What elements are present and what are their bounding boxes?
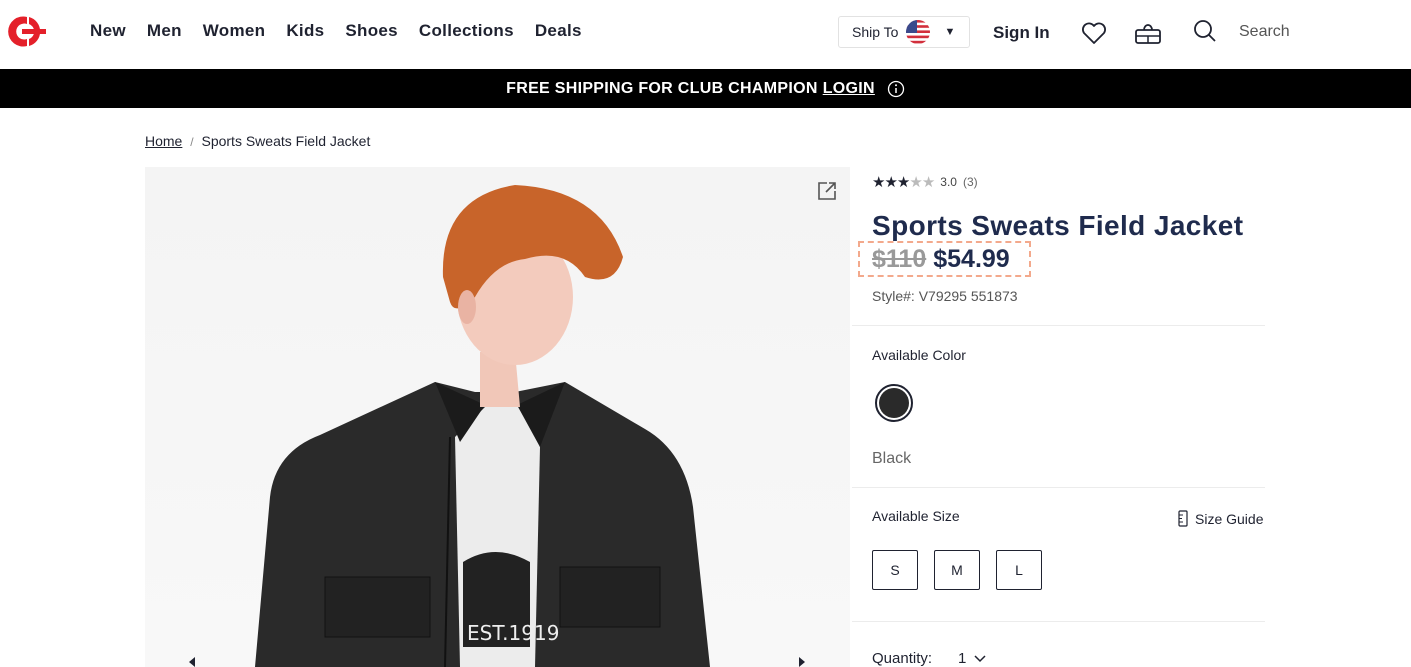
ruler-icon: [1178, 510, 1188, 527]
style-number: Style#: V79295 551873: [872, 288, 1018, 304]
color-section-label: Available Color: [872, 347, 966, 363]
us-flag-icon: [906, 20, 931, 44]
size-guide-link[interactable]: Size Guide: [1178, 510, 1263, 527]
product-photo: EST.1919: [255, 185, 710, 667]
ship-to-label: Ship To: [852, 24, 899, 40]
quantity-value: 1: [958, 650, 967, 667]
price-block: $110 $54.99: [858, 241, 1031, 277]
nav-item-kids[interactable]: Kids: [286, 21, 324, 41]
nav-item-deals[interactable]: Deals: [535, 21, 582, 41]
quantity-select[interactable]: 1: [958, 650, 986, 667]
divider: [852, 325, 1265, 326]
divider: [852, 621, 1265, 622]
quantity-row: Quantity: 1: [872, 650, 986, 667]
info-icon[interactable]: [887, 80, 905, 98]
main-nav: New Men Women Kids Shoes Collections Dea…: [90, 21, 603, 41]
nav-item-women[interactable]: Women: [203, 21, 266, 41]
star-empty-icon: ★: [921, 174, 935, 191]
product-rating[interactable]: ★★★★★ 3.0 (3): [872, 173, 978, 191]
product-image[interactable]: EST.1919: [145, 167, 850, 667]
quantity-label: Quantity:: [872, 650, 933, 667]
selected-color-name: Black: [872, 450, 912, 467]
nav-item-new[interactable]: New: [90, 21, 126, 41]
svg-text:EST.1919: EST.1919: [467, 621, 559, 645]
rating-count: (3): [962, 175, 978, 189]
nav-item-shoes[interactable]: Shoes: [345, 21, 398, 41]
swatch-fill: [879, 388, 909, 418]
size-section-label: Available Size: [872, 508, 960, 524]
bag-icon[interactable]: [1133, 18, 1163, 48]
promo-banner: FREE SHIPPING FOR CLUB CHAMPION LOGIN: [0, 69, 1411, 108]
chevron-right-icon[interactable]: [795, 655, 809, 667]
star-filled-icon: ★: [896, 174, 910, 191]
breadcrumb-separator: /: [190, 135, 194, 149]
expand-icon[interactable]: [816, 180, 838, 202]
champion-logo[interactable]: [4, 15, 50, 48]
promo-text: FREE SHIPPING FOR CLUB CHAMPION: [506, 79, 818, 97]
product-title: Sports Sweats Field Jacket: [872, 210, 1244, 241]
size-button-m[interactable]: M: [934, 550, 980, 590]
banner-login-link[interactable]: LOGIN: [823, 80, 875, 98]
sale-price: $54.99: [933, 244, 1010, 273]
divider: [852, 487, 1265, 488]
search-input[interactable]: Search: [1239, 23, 1290, 41]
breadcrumb-home[interactable]: Home: [145, 133, 182, 149]
search-icon[interactable]: [1190, 16, 1220, 46]
chevron-down-icon: [974, 654, 986, 662]
sign-in-link[interactable]: Sign In: [993, 23, 1050, 43]
product-details: ★★★★★ 3.0 (3) Sports Sweats Field Jacket…: [852, 167, 1265, 667]
site-header: New Men Women Kids Shoes Collections Dea…: [0, 0, 1411, 69]
size-button-l[interactable]: L: [996, 550, 1042, 590]
breadcrumb-current: Sports Sweats Field Jacket: [201, 133, 371, 149]
rating-stars: ★★★★★: [872, 173, 935, 191]
nav-item-collections[interactable]: Collections: [419, 21, 514, 41]
color-swatch-black[interactable]: [875, 384, 913, 422]
breadcrumb: Home / Sports Sweats Field Jacket: [145, 133, 370, 149]
size-guide-label: Size Guide: [1195, 510, 1264, 527]
nav-item-men[interactable]: Men: [147, 21, 182, 41]
star-empty-icon: ★: [909, 174, 922, 191]
star-filled-icon: ★: [872, 174, 885, 191]
original-price: $110: [872, 244, 927, 273]
rating-score: 3.0: [940, 175, 957, 189]
ship-to-selector[interactable]: Ship To ▼: [838, 16, 970, 48]
heart-icon[interactable]: [1079, 18, 1109, 48]
star-filled-icon: ★: [884, 174, 897, 191]
chevron-left-icon[interactable]: [185, 655, 199, 667]
caret-down-icon: ▼: [944, 26, 956, 38]
size-button-s[interactable]: S: [872, 550, 918, 590]
